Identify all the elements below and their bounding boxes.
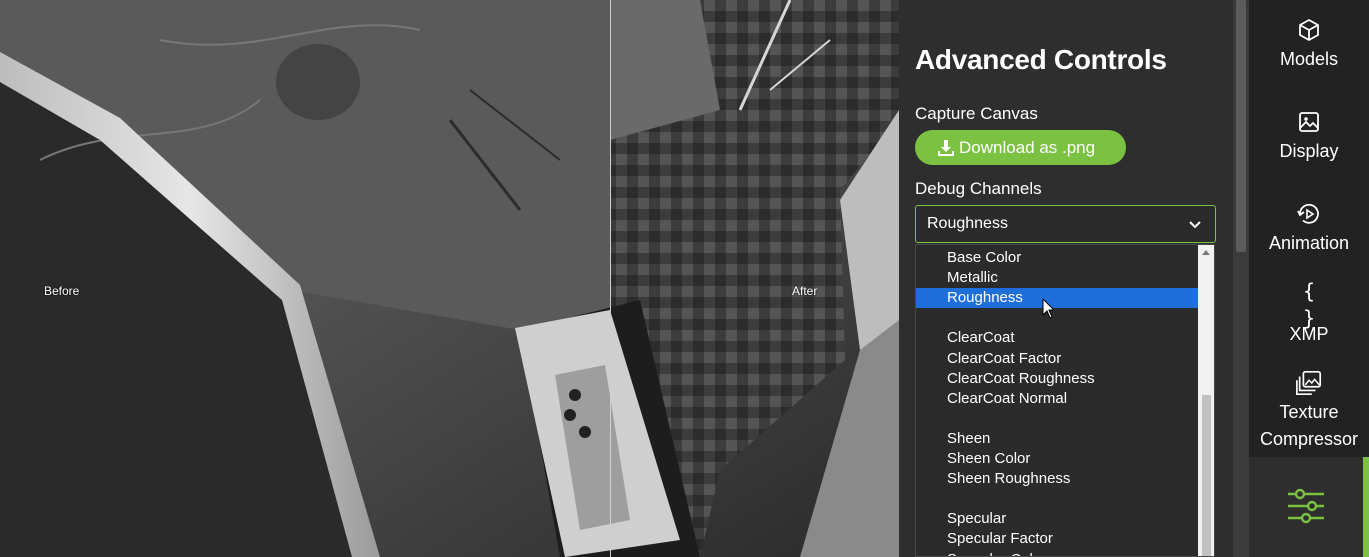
debug-channel-value: Roughness bbox=[927, 215, 1008, 232]
debug-channels-label: Debug Channels bbox=[915, 179, 1042, 198]
model-viewport[interactable]: Before After bbox=[0, 0, 899, 557]
dropdown-separator bbox=[916, 308, 1199, 328]
advanced-controls-panel: Advanced Controls Capture Canvas Downloa… bbox=[899, 0, 1233, 557]
mouse-cursor-icon bbox=[1042, 298, 1056, 319]
sliders-icon bbox=[1286, 486, 1326, 526]
nav-item-advanced-controls[interactable] bbox=[1249, 457, 1369, 557]
dropdown-option[interactable]: ClearCoat Normal bbox=[916, 389, 1199, 409]
braces-icon: { } bbox=[1302, 279, 1316, 330]
nav-item-texture-compressor[interactable]: Texture Compressor bbox=[1249, 369, 1369, 453]
nav-label-display: Display bbox=[1279, 141, 1339, 161]
images-icon bbox=[1295, 369, 1323, 397]
nav-item-display[interactable]: Display bbox=[1249, 108, 1369, 165]
dropdown-option[interactable]: Roughness bbox=[916, 288, 1199, 309]
panel-scrollbar[interactable] bbox=[1233, 0, 1249, 557]
dropdown-option[interactable]: ClearCoat bbox=[916, 328, 1199, 348]
rendered-scene bbox=[0, 0, 899, 557]
dropdown-scrollbar[interactable] bbox=[1198, 245, 1214, 556]
dropdown-option[interactable]: Base Color bbox=[916, 248, 1199, 268]
debug-channel-select[interactable]: Roughness bbox=[915, 205, 1216, 243]
dropdown-separator bbox=[916, 489, 1199, 509]
dropdown-option[interactable]: Sheen Color bbox=[916, 449, 1199, 469]
dropdown-option[interactable]: Specular Factor bbox=[916, 529, 1199, 549]
dropdown-option[interactable]: Specular Color bbox=[916, 550, 1199, 557]
download-button-label: Download as .png bbox=[959, 137, 1096, 157]
image-icon bbox=[1295, 108, 1323, 136]
capture-canvas-label: Capture Canvas bbox=[915, 104, 1038, 123]
scroll-up-arrow-icon[interactable] bbox=[1202, 250, 1210, 255]
cube-icon bbox=[1295, 16, 1323, 44]
download-icon bbox=[938, 139, 954, 156]
dropdown-separator bbox=[916, 409, 1199, 429]
panel-scroll-thumb[interactable] bbox=[1236, 0, 1246, 252]
before-label: Before bbox=[44, 284, 80, 298]
dropdown-option[interactable]: Sheen bbox=[916, 429, 1199, 449]
chevron-down-icon bbox=[1189, 221, 1201, 229]
nav-label-animation: Animation bbox=[1268, 233, 1350, 253]
nav-label-models: Models bbox=[1279, 49, 1339, 69]
nav-label-xmp: XMP bbox=[1289, 324, 1329, 344]
nav-item-animation[interactable]: Animation bbox=[1249, 200, 1369, 257]
dropdown-option[interactable]: Specular bbox=[916, 509, 1199, 529]
dropdown-scroll-thumb[interactable] bbox=[1202, 395, 1211, 556]
dropdown-option[interactable]: Metallic bbox=[916, 268, 1199, 288]
dropdown-option[interactable]: ClearCoat Roughness bbox=[916, 369, 1199, 389]
nav-item-xmp[interactable]: { } XMP bbox=[1249, 279, 1369, 348]
right-nav: Models Display Animation { } XMP Texture… bbox=[1249, 0, 1369, 557]
download-png-button[interactable]: Download as .png bbox=[915, 130, 1126, 165]
nav-item-models[interactable]: Models bbox=[1249, 16, 1369, 73]
dropdown-option[interactable]: Sheen Roughness bbox=[916, 469, 1199, 489]
panel-title: Advanced Controls bbox=[915, 44, 1167, 75]
compare-split-line[interactable] bbox=[610, 0, 611, 557]
dropdown-option[interactable]: ClearCoat Factor bbox=[916, 349, 1199, 369]
after-label: After bbox=[792, 284, 818, 298]
debug-channel-options[interactable]: Base Color Metallic Roughness ClearCoat Clea… bbox=[915, 244, 1215, 557]
nav-label-texture-compressor: Texture Compressor bbox=[1259, 402, 1359, 449]
play-rotate-icon bbox=[1295, 200, 1323, 228]
